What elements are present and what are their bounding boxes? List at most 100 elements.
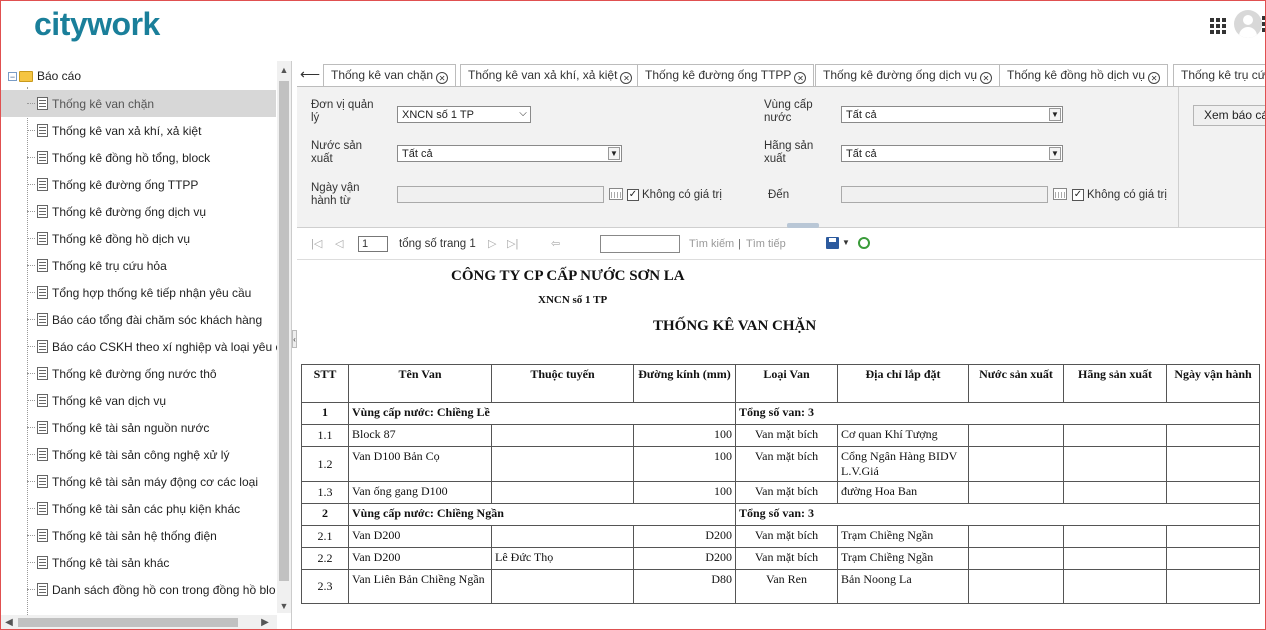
prev-page-icon[interactable]: ◁ (335, 237, 343, 250)
report-title: THỐNG KÊ VAN CHẶN (653, 318, 817, 334)
sidebar-item-report[interactable]: Thống kê đồng hồ tổng, block (0, 144, 276, 171)
tab-report[interactable]: Thống kê đường ống TTPP ✕ (637, 64, 815, 86)
collapse-icon[interactable]: − (8, 71, 17, 81)
cell-manufacturer (1063, 446, 1167, 482)
group-row: 2 Vùng cấp nước: Chiềng Ngần Tổng số van: … (301, 503, 1260, 526)
cell-address: Bản Noong La (837, 569, 969, 604)
more-vertical-icon[interactable] (1262, 16, 1266, 34)
sidebar-item-report[interactable]: Thống kê trụ cứu hỏa (0, 252, 276, 279)
cell-country (968, 446, 1064, 482)
country-select[interactable]: Tất cả ▼ (397, 145, 622, 162)
sidebar-item-report[interactable]: Báo cáo tổng đài chăm sóc khách hàng (0, 306, 276, 333)
tab-report[interactable]: Thống kê đồng hồ dịch vụ ✕ (999, 64, 1169, 86)
sidebar-item-report[interactable]: Báo cáo CSKH theo xí nghiệp và loại yêu … (0, 333, 281, 360)
tree-connector (27, 427, 35, 428)
sidebar-item-label: Thống kê van dịch vụ (52, 393, 167, 408)
country-label: Nước sản xuất (311, 140, 363, 165)
date-to-input[interactable] (841, 186, 1048, 203)
grid-icon[interactable] (1210, 18, 1226, 34)
zone-select[interactable]: Tất cả ▼ (841, 106, 1063, 123)
tab-report[interactable]: Thống kê van xả khí, xả kiệt ✕ (460, 64, 641, 86)
unit-select[interactable]: XNCN số 1 TP ⌵ (397, 106, 531, 123)
group-total: Tổng số van: 3 (735, 402, 1260, 425)
find-link[interactable]: Tìm kiếm (689, 238, 734, 250)
cell-address: Trạm Chiềng Ngần (837, 547, 969, 570)
report-doc-icon (37, 232, 48, 245)
close-tab-icon[interactable]: ✕ (620, 72, 633, 84)
table-row: 1.3 Van ống gang D100 100 Van mặt bích đường… (301, 481, 1260, 504)
cell-valve-type: Van mặt bích (735, 525, 838, 548)
manufacturer-select[interactable]: Tất cả ▼ (841, 145, 1063, 162)
cell-valve-type: Van mặt bích (735, 547, 838, 570)
last-page-icon[interactable]: ▷| (507, 237, 518, 250)
scroll-left-icon[interactable]: ◀ (2, 615, 16, 630)
sidebar-item-report[interactable]: Danh sách đồng hồ con trong đồng hồ blo (0, 576, 276, 603)
report-search-input[interactable] (600, 235, 680, 253)
sidebar-item-report[interactable]: Tổng hợp thống kê tiếp nhận yêu cầu (0, 279, 276, 306)
next-page-icon[interactable]: ▷ (488, 237, 496, 250)
scroll-down-icon[interactable]: ▼ (277, 599, 291, 613)
close-tab-icon[interactable]: ✕ (980, 72, 993, 84)
report-doc-icon (37, 556, 48, 569)
calendar-icon[interactable] (1053, 188, 1067, 200)
cell-manufacturer (1063, 547, 1167, 570)
find-next-link[interactable]: Tìm tiếp (746, 238, 786, 250)
zone-label: Vùng cấp nước (764, 99, 813, 124)
report-doc-icon (37, 97, 48, 110)
sidebar-horizontal-scrollbar[interactable]: ◀ ▶ (0, 615, 277, 630)
sidebar-item-report[interactable]: Thống kê tài sản nguồn nước (0, 414, 276, 441)
cell-address: Cơ quan Khí Tượng (837, 424, 969, 447)
back-icon[interactable]: ⇦ (551, 237, 560, 250)
sidebar-item-report[interactable]: Thống kê tài sản các phụ kiện khác (0, 495, 276, 522)
first-page-icon[interactable]: |◁ (311, 237, 322, 250)
report-table: STT Tên Van Thuộc tuyến Đường kính (mm) … (301, 364, 1260, 604)
scroll-thumb[interactable] (279, 81, 289, 581)
sidebar-item-label: Thống kê tài sản máy động cơ các loại (52, 474, 258, 489)
tab-bar: ⟵ Thống kê van chặn ✕ Thống kê van xả khí,… (297, 61, 1266, 87)
page-number-input[interactable]: 1 (358, 236, 388, 252)
sidebar-item-report[interactable]: Thống kê van dịch vụ (0, 387, 276, 414)
user-avatar-icon[interactable] (1234, 10, 1262, 38)
unit-label: Đơn vị quản lý (311, 99, 374, 124)
cell-country (968, 481, 1064, 504)
cell-diameter: 100 (633, 481, 736, 504)
filter-collapse-handle[interactable] (787, 223, 819, 228)
sidebar-item-report[interactable]: Thống kê tài sản công nghệ xử lý (0, 441, 276, 468)
app-logo[interactable]: citywork (34, 6, 160, 43)
sidebar-item-report[interactable]: Thống kê van xả khí, xả kiệt (0, 117, 276, 144)
export-caret-icon[interactable]: ▼ (842, 238, 850, 247)
folder-icon (19, 70, 33, 82)
scroll-right-icon[interactable]: ▶ (258, 615, 272, 630)
sidebar-item-report[interactable]: Thống kê đường ống dịch vụ (0, 198, 276, 225)
tab-report[interactable]: Thống kê trụ cứu (1173, 64, 1266, 86)
sidebar-item-report[interactable]: Thống kê van chặn (0, 90, 276, 117)
sidebar-vertical-scrollbar[interactable]: ▲ ▼ (277, 61, 291, 613)
scroll-thumb-horizontal[interactable] (18, 618, 238, 627)
back-arrow-icon[interactable]: ⟵ (300, 64, 320, 84)
sidebar-item-report[interactable]: Thống kê đường ống TTPP (0, 171, 276, 198)
close-tab-icon[interactable]: ✕ (436, 72, 449, 84)
no-value-checkbox-to[interactable]: ✓ (1072, 189, 1084, 201)
export-save-icon[interactable] (826, 237, 839, 249)
tab-report[interactable]: Thống kê van chặn ✕ (323, 64, 457, 86)
sidebar-item-report[interactable]: Thống kê đường ống nước thô (0, 360, 276, 387)
tab-report[interactable]: Thống kê đường ống dịch vụ ✕ (815, 64, 1001, 86)
cell-stt: 2.1 (301, 525, 349, 548)
no-value-checkbox-from[interactable]: ✓ (627, 189, 639, 201)
col-header: Địa chỉ lắp đặt (837, 364, 969, 403)
tree-root-reports[interactable]: − Báo cáo (8, 66, 81, 86)
calendar-icon[interactable] (609, 188, 623, 200)
report-doc-icon (37, 286, 48, 299)
date-from-input[interactable] (397, 186, 604, 203)
close-tab-icon[interactable]: ✕ (1148, 72, 1161, 84)
sidebar-item-report[interactable]: Thống kê tài sản khác (0, 549, 276, 576)
view-report-button[interactable]: Xem báo cáo (1193, 105, 1266, 126)
filter-divider (1178, 87, 1179, 227)
scroll-up-icon[interactable]: ▲ (277, 63, 291, 77)
app-header: citywork (0, 0, 1266, 56)
refresh-icon[interactable] (858, 237, 870, 249)
sidebar-item-report[interactable]: Thống kê tài sản máy động cơ các loại (0, 468, 276, 495)
sidebar-item-report[interactable]: Thống kê tài sản hệ thống điện (0, 522, 276, 549)
sidebar-item-report[interactable]: Thống kê đồng hồ dịch vụ (0, 225, 276, 252)
close-tab-icon[interactable]: ✕ (794, 72, 807, 84)
